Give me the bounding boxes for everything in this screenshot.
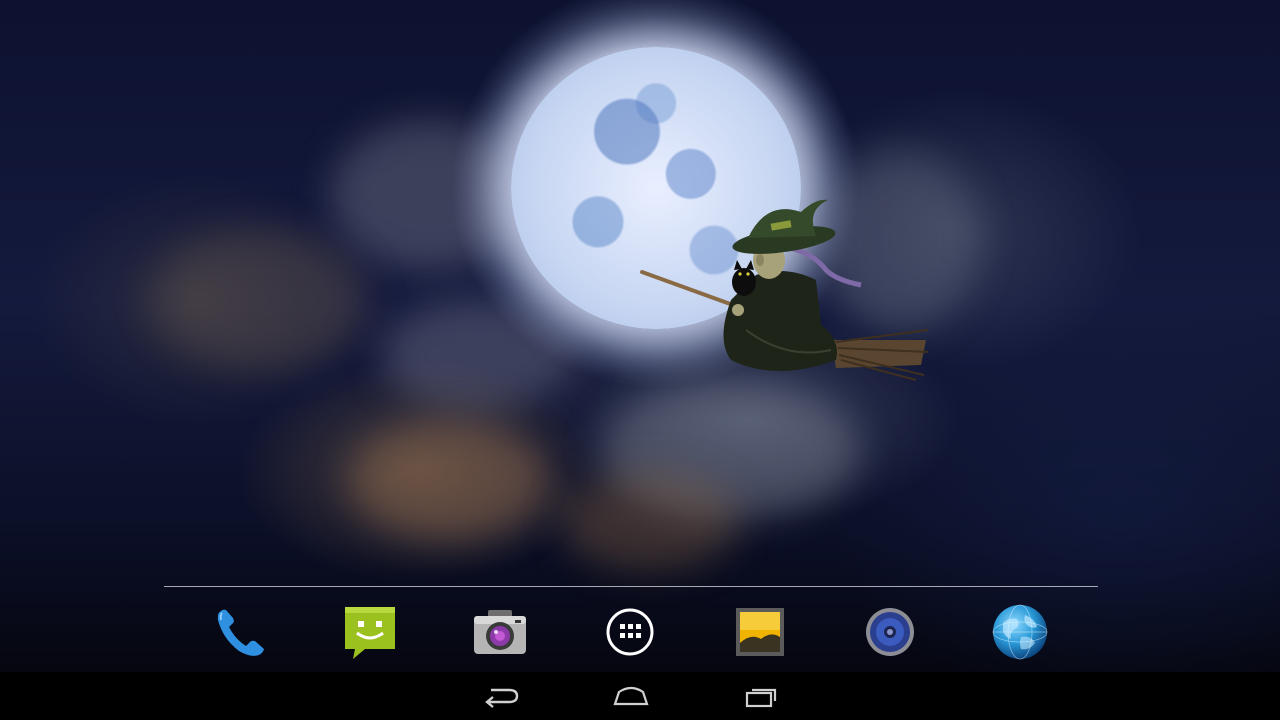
- messaging-app-button[interactable]: [340, 602, 400, 662]
- gallery-app-button[interactable]: [730, 602, 790, 662]
- camera-icon: [474, 610, 526, 654]
- back-button[interactable]: [471, 678, 531, 714]
- recent-apps-button[interactable]: [731, 678, 791, 714]
- all-apps-button[interactable]: [600, 602, 660, 662]
- back-arrow-icon: [485, 688, 519, 708]
- recent-apps-icon: [745, 688, 777, 708]
- app-drawer-icon: [606, 608, 654, 656]
- speaker-icon: [866, 608, 914, 656]
- gallery-icon: [736, 608, 784, 656]
- cloud: [560, 470, 740, 570]
- message-icon: [345, 607, 395, 659]
- phone-app-button[interactable]: [210, 602, 270, 662]
- browser-app-button[interactable]: [990, 602, 1050, 662]
- home-icon: [613, 686, 649, 706]
- witch-on-broom: [640, 199, 929, 381]
- home-button[interactable]: [601, 678, 661, 714]
- cloud: [350, 420, 550, 540]
- dock-divider: [164, 586, 1098, 587]
- music-app-button[interactable]: [860, 602, 920, 662]
- camera-app-button[interactable]: [470, 602, 530, 662]
- navigation-bar: [0, 672, 1280, 720]
- phone-icon: [217, 609, 264, 656]
- cloud: [150, 230, 370, 370]
- home-screen: [0, 0, 1280, 720]
- live-wallpaper[interactable]: [0, 0, 1280, 672]
- globe-icon: [992, 604, 1048, 660]
- favorites-dock: [164, 596, 1098, 666]
